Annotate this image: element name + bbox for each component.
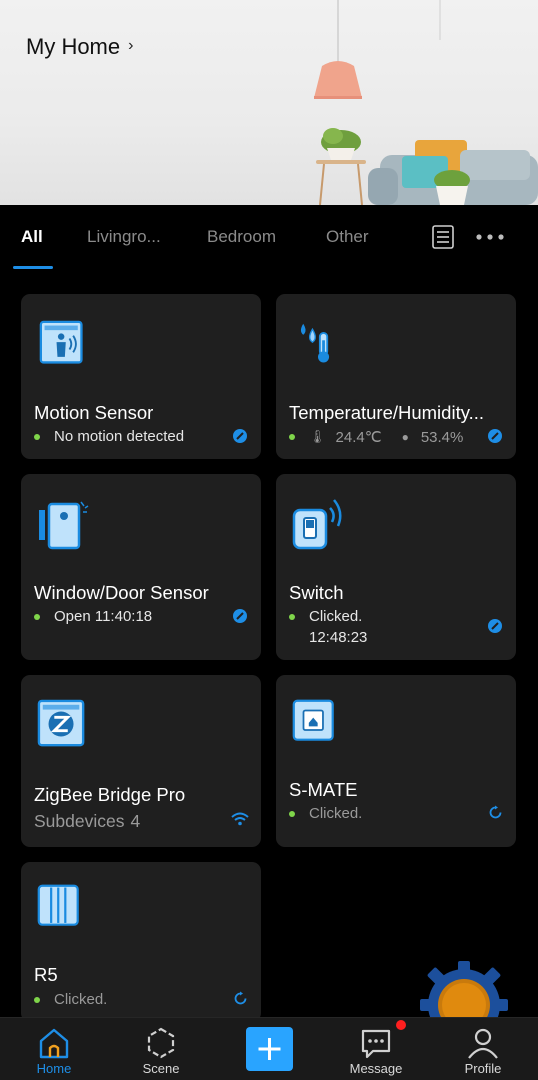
list-view-icon[interactable] <box>432 225 454 249</box>
room-tabs: All Livingro... Bedroom Other <box>0 205 538 271</box>
device-status: Clicked. <box>289 608 362 625</box>
zigbee-badge-icon <box>488 619 502 633</box>
device-status: No motion detected <box>34 428 184 445</box>
zigbee-badge-icon <box>488 429 502 443</box>
home-icon <box>39 1028 69 1059</box>
device-name: S-MATE <box>289 779 358 800</box>
motion-sensor-icon <box>39 320 83 364</box>
add-device-button[interactable] <box>246 1027 293 1071</box>
refresh-badge-icon <box>489 805 502 819</box>
more-icon[interactable] <box>476 234 506 240</box>
device-status: Open 11:40:18 <box>34 608 152 625</box>
s-mate-icon <box>292 699 334 741</box>
subdevices-number: 4 <box>130 811 141 831</box>
nav-scene[interactable]: Scene <box>116 1018 206 1080</box>
device-status: Clicked. <box>289 805 362 822</box>
zigbee-badge-icon <box>233 609 247 623</box>
tab-bedroom[interactable]: Bedroom <box>207 227 276 247</box>
device-status-text: Open 11:40:18 <box>54 608 153 625</box>
door-sensor-icon <box>39 501 89 550</box>
device-card-s-mate[interactable]: S-MATE Clicked. <box>276 675 516 847</box>
nav-label: Scene <box>142 1061 180 1076</box>
humidity-value: 53.4% <box>420 428 464 446</box>
nav-message[interactable]: Message <box>331 1018 421 1080</box>
active-tab-indicator <box>13 266 53 269</box>
device-status-time: 12:48:23 <box>309 629 368 646</box>
refresh-badge-icon <box>234 991 247 1005</box>
device-name: Temperature/Humidity... <box>289 402 484 423</box>
r5-switch-icon <box>37 884 79 926</box>
nav-profile[interactable]: Profile <box>438 1018 528 1080</box>
device-status-text: Clicked. <box>309 608 363 625</box>
living-room-illustration <box>314 0 538 205</box>
tab-livingroom[interactable]: Livingro... <box>87 227 161 247</box>
subdevices-count: Subdevices 4 <box>34 811 140 832</box>
tab-all[interactable]: All <box>21 227 43 247</box>
online-indicator <box>34 613 40 620</box>
device-name: Motion Sensor <box>34 402 154 423</box>
temperature-humidity-icon <box>300 323 330 363</box>
zigbee-badge-icon <box>233 429 247 443</box>
device-card-motion-sensor[interactable]: Motion Sensor No motion detected <box>21 294 261 459</box>
humidity-drop-icon: ● <box>401 430 409 444</box>
device-card-window-door-sensor[interactable]: Window/Door Sensor Open 11:40:18 <box>21 474 261 660</box>
chevron-right-icon: › <box>128 37 134 54</box>
device-card-temperature-humidity[interactable]: Temperature/Humidity... 🌡︎ 24.4℃ ● 53.4% <box>276 294 516 459</box>
add-icon <box>258 1038 281 1060</box>
nav-label: Profile <box>464 1061 502 1076</box>
device-status-text: Clicked. <box>309 805 363 822</box>
unread-message-badge <box>396 1020 406 1030</box>
nav-home[interactable]: Home <box>9 1018 99 1080</box>
device-status-text: Clicked. <box>54 991 108 1008</box>
device-card-r5[interactable]: R5 Clicked. <box>21 862 261 1022</box>
device-name: Switch <box>289 582 344 603</box>
subdevices-label: Subdevices <box>34 811 125 831</box>
wifi-icon <box>231 812 249 826</box>
nav-label: Message <box>349 1061 403 1076</box>
zigbee-bridge-icon <box>37 699 85 747</box>
online-indicator <box>289 434 295 440</box>
message-icon <box>361 1029 391 1059</box>
online-indicator <box>34 433 40 440</box>
device-status: Clicked. <box>34 991 107 1008</box>
device-card-zigbee-bridge[interactable]: ZigBee Bridge Pro Subdevices 4 <box>21 675 261 847</box>
tab-other[interactable]: Other <box>326 227 369 247</box>
device-status-text: No motion detected <box>54 428 185 445</box>
device-name: ZigBee Bridge Pro <box>34 784 186 805</box>
device-name: Window/Door Sensor <box>34 582 209 603</box>
scene-icon <box>147 1027 175 1059</box>
nav-label: Home <box>36 1061 72 1076</box>
online-indicator <box>289 810 295 817</box>
home-header-banner: My Home › <box>0 0 538 205</box>
device-card-switch[interactable]: Switch Clicked. 12:48:23 <box>276 474 516 660</box>
profile-icon <box>468 1028 498 1059</box>
device-name: R5 <box>34 964 58 985</box>
thermometer-icon: 🌡︎ <box>309 429 326 444</box>
device-status: 🌡︎ 24.4℃ ● 53.4% <box>289 428 463 446</box>
online-indicator <box>289 613 295 620</box>
wireless-switch-icon <box>292 499 342 550</box>
online-indicator <box>34 996 40 1003</box>
home-title: My Home <box>26 34 121 59</box>
home-selector[interactable]: My Home › <box>26 34 133 60</box>
temperature-value: 24.4℃ <box>335 429 382 446</box>
